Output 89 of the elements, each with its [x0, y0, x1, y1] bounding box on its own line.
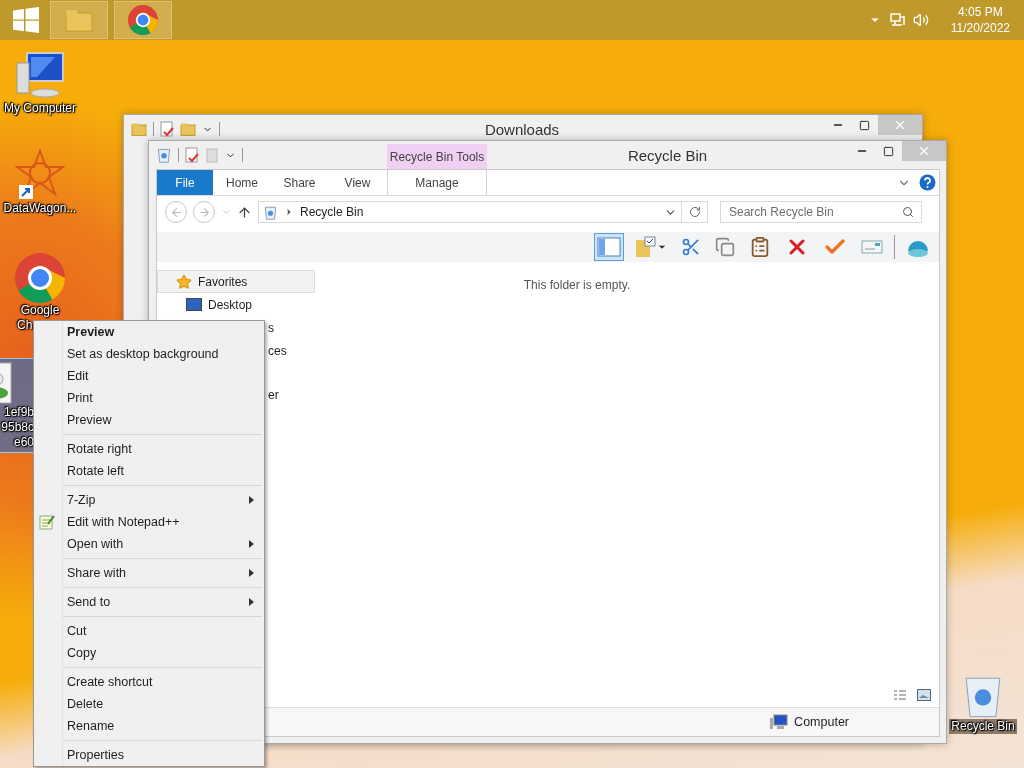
menu-item[interactable]: Edit	[34, 365, 264, 387]
scissors-icon	[681, 237, 701, 257]
nav-item[interactable]: Favorites	[157, 270, 315, 293]
taskbar-chrome-button[interactable]	[114, 1, 172, 39]
notepad-icon	[39, 514, 55, 530]
search-field[interactable]: Search Recycle Bin	[720, 201, 922, 223]
icon-label: DataWagon...	[3, 201, 77, 216]
status-text: Computer	[794, 715, 849, 729]
ribbon-tab[interactable]: Manage	[387, 170, 487, 195]
maximize-icon	[859, 119, 870, 131]
menu-item[interactable]: Cut	[34, 620, 264, 642]
menu-item[interactable]: Rotate left	[34, 460, 264, 482]
details-pane-button[interactable]	[594, 233, 624, 261]
refresh-icon	[688, 206, 701, 218]
clipboard-icon	[749, 236, 771, 258]
network-icon	[888, 12, 905, 28]
menu-item[interactable]: Delete	[34, 693, 264, 715]
submenu-arrow-icon	[249, 496, 254, 504]
monitor-icon	[186, 298, 202, 311]
menu-item[interactable]: Preview	[34, 409, 264, 431]
breadcrumb-arrow-icon	[284, 207, 294, 217]
properties-icon	[185, 147, 199, 163]
chrome-icon	[15, 253, 65, 303]
icon-label: 1ef9b	[3, 405, 34, 420]
properties-icon	[160, 121, 174, 137]
icon-label: Recycle Bin	[949, 719, 1017, 734]
menu-item[interactable]: Set as desktop background	[34, 343, 264, 365]
address-bar[interactable]: Recycle Bin	[258, 201, 682, 223]
icon-label: My Computer	[4, 101, 76, 116]
menu-item[interactable]: Open with	[34, 533, 264, 555]
menu-item[interactable]: Preview	[34, 321, 264, 343]
submenu-arrow-icon	[249, 569, 254, 577]
star-icon	[176, 273, 192, 290]
menu-item[interactable]: Rename	[34, 715, 264, 737]
icon-label: 95b8c	[1, 420, 34, 435]
empty-folder-message: This folder is empty.	[523, 278, 631, 292]
address-text: Recycle Bin	[300, 205, 364, 219]
computer-icon	[15, 49, 65, 101]
copy-icon	[715, 237, 735, 257]
menu-item[interactable]: 7-Zip	[34, 489, 264, 511]
forward-button[interactable]	[193, 201, 215, 223]
clock-date: 11/20/2022	[950, 20, 1010, 36]
window-title: Recycle Bin	[626, 145, 709, 166]
menu-item[interactable]: Rotate right	[34, 438, 264, 460]
clock-time: 4:05 PM	[958, 4, 1003, 20]
submenu-arrow-icon	[249, 598, 254, 606]
icon-label: e60	[13, 435, 34, 450]
menu-item[interactable]: Create shortcut	[34, 671, 264, 693]
pane-icon	[597, 237, 621, 257]
refresh-button[interactable]	[682, 201, 708, 223]
contextual-tab-group: Recycle Bin Tools	[387, 144, 487, 169]
folder-icon	[131, 121, 147, 137]
help-icon	[919, 174, 936, 191]
menu-item[interactable]: Edit with Notepad++	[34, 511, 264, 533]
icon-label: Google	[20, 303, 60, 318]
flower-shortcut-icon	[15, 149, 65, 201]
menu-item[interactable]: Send to	[34, 591, 264, 613]
chevron-down-icon	[221, 207, 231, 217]
large-icons-view-button[interactable]	[917, 689, 931, 701]
ribbon-tab[interactable]: File	[157, 170, 213, 195]
submenu-arrow-icon	[249, 540, 254, 548]
menu-item[interactable]: Print	[34, 387, 264, 409]
recycle-bin-icon	[263, 204, 278, 220]
list-view-icon	[893, 689, 907, 701]
close-icon	[917, 144, 931, 158]
menu-item[interactable]: Share with	[34, 562, 264, 584]
volume-icon	[912, 12, 929, 28]
menu-item[interactable]: Properties	[34, 744, 264, 766]
arrow-left-icon	[169, 205, 183, 219]
windows-logo-icon	[13, 7, 39, 33]
up-button[interactable]	[237, 204, 252, 220]
computer-icon	[770, 714, 789, 730]
maximize-icon	[883, 145, 894, 157]
search-icon	[902, 206, 914, 218]
icon-label: Ch	[17, 318, 33, 333]
folder-check-icon	[635, 236, 657, 258]
window-title: Downloads	[483, 119, 561, 140]
recycle-bin-icon	[156, 147, 172, 163]
desktop-icon[interactable]: 1ef9b 95b8c e60	[0, 358, 35, 453]
details-view-button[interactable]	[893, 689, 907, 701]
menu-item[interactable]: Copy	[34, 642, 264, 664]
caret-icon	[657, 242, 667, 252]
card-icon	[861, 239, 883, 255]
close-icon	[893, 118, 907, 132]
back-button[interactable]	[165, 201, 187, 223]
chrome-icon	[128, 5, 158, 35]
nav-item[interactable]: Desktop	[157, 293, 315, 316]
thumbnail-view-icon	[917, 689, 931, 701]
arrow-right-icon	[197, 205, 211, 219]
